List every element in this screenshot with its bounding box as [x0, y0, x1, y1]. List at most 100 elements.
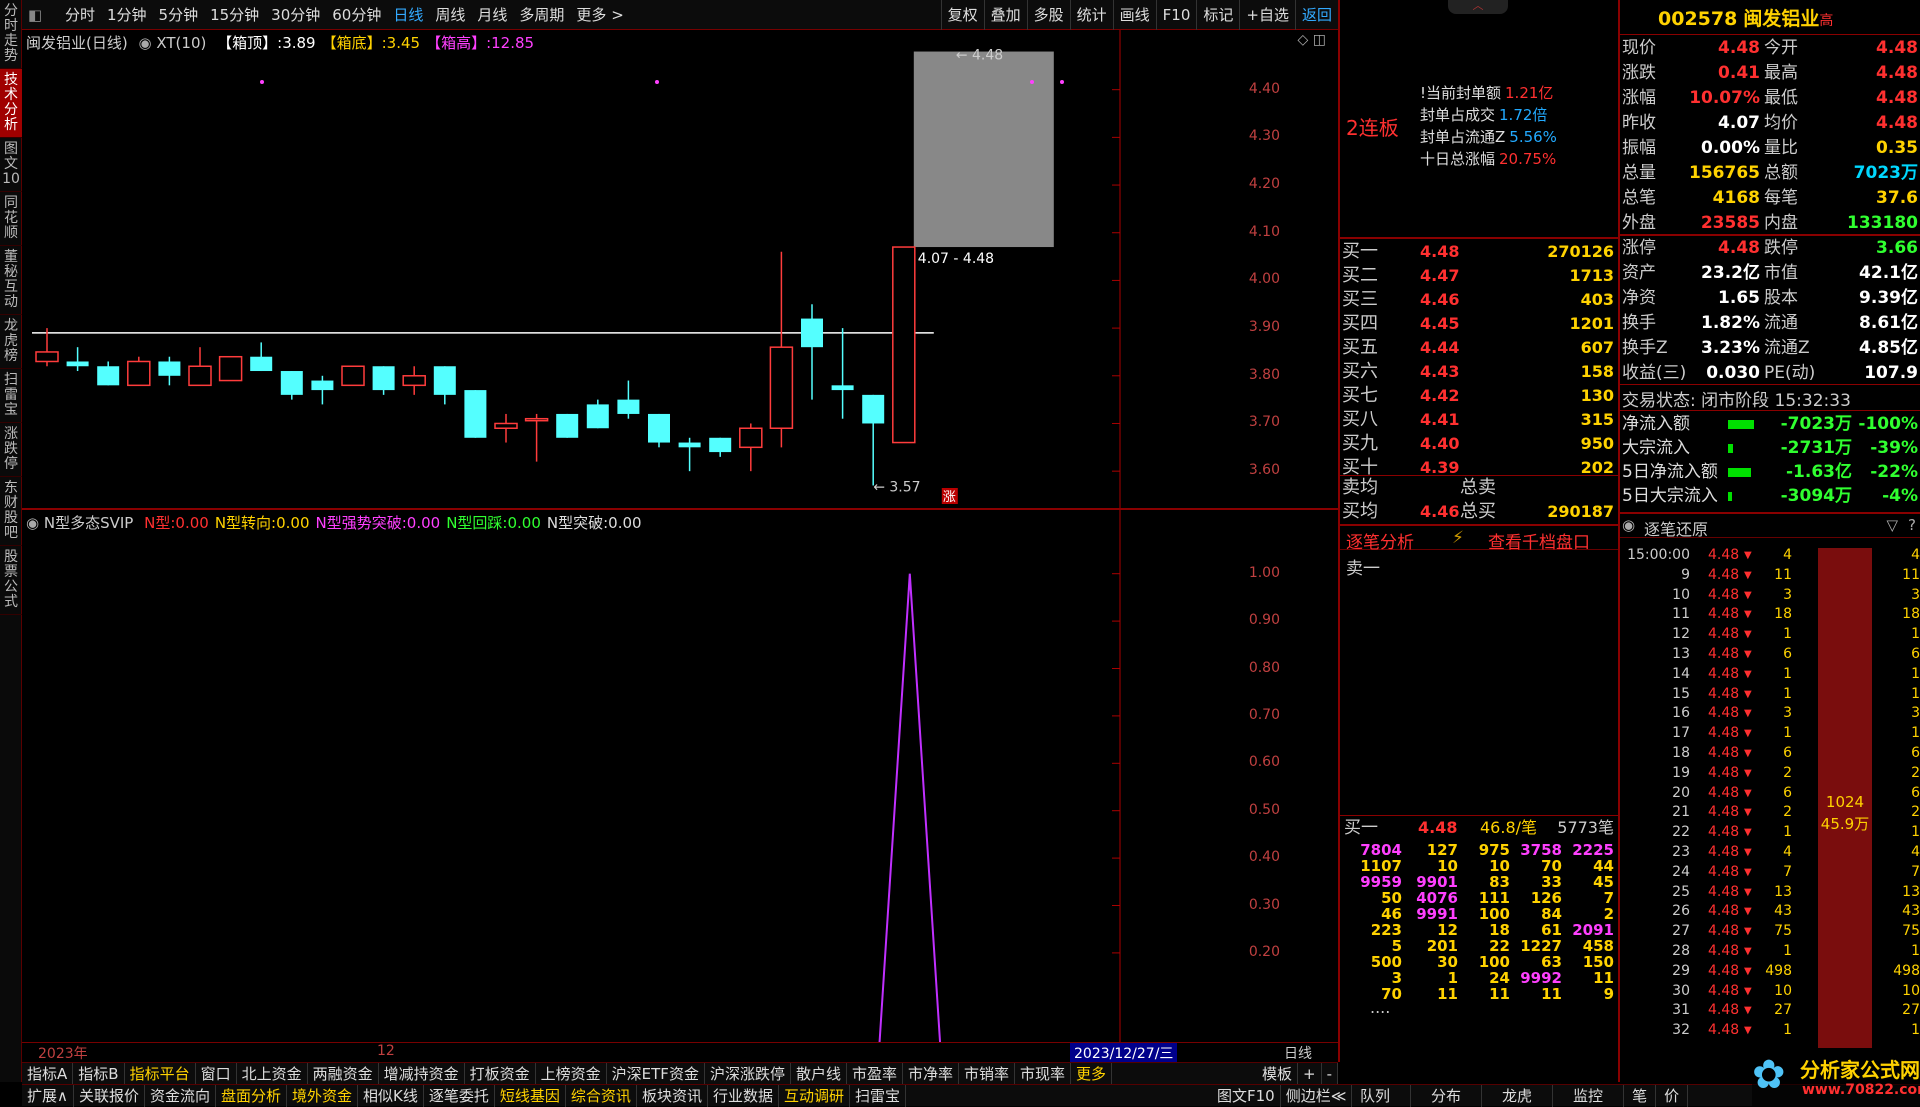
period-tab-5[interactable]: 60分钟 — [326, 0, 387, 30]
queue-cell: 44 — [1593, 857, 1614, 875]
bid-level[interactable]: 买七 4.42 130 — [1340, 384, 1618, 408]
panel-tab-3[interactable]: 监控 — [1553, 1085, 1625, 1107]
tool-button-3[interactable]: 统计 — [1069, 0, 1113, 30]
period-tab-1[interactable]: 1分钟 — [101, 0, 153, 30]
bottom-tab-7[interactable]: 打板资金 — [465, 1063, 536, 1085]
bottom-tab-12[interactable]: 市盈率 — [847, 1063, 903, 1085]
panel-tab-1[interactable]: 分布 — [1411, 1085, 1483, 1107]
bid-level[interactable]: 买二 4.47 1713 — [1340, 264, 1618, 288]
indicator-line-chart[interactable] — [22, 510, 1126, 1042]
function-tab-12[interactable]: 扫雷宝 — [850, 1085, 906, 1107]
left-tab-9[interactable]: 股票公式 — [0, 546, 22, 615]
tick-price: 4.48 — [1708, 784, 1740, 801]
period-tab-0[interactable]: 分时 — [59, 0, 101, 30]
bottom-tab-4[interactable]: 北上资金 — [237, 1063, 308, 1085]
template-button-0[interactable]: 模板 — [1257, 1063, 1298, 1085]
filter-icon[interactable]: ▽ — [1886, 516, 1898, 534]
bottom-tab-8[interactable]: 上榜资金 — [536, 1063, 607, 1085]
period-tab-9[interactable]: 多周期 — [513, 0, 570, 30]
period-tab-2[interactable]: 5分钟 — [153, 0, 205, 30]
period-tab-8[interactable]: 月线 — [471, 0, 513, 30]
function-tab-1[interactable]: 关联报价 — [74, 1085, 145, 1107]
period-tab-7[interactable]: 周线 — [429, 0, 471, 30]
panel-tab-5[interactable]: 价 — [1656, 1085, 1689, 1107]
queue-more[interactable]: .... — [1340, 1000, 1618, 1018]
tool-button-0[interactable]: 复权 — [940, 0, 984, 30]
tab-tick-analysis[interactable]: 逐笔分析 — [1346, 528, 1414, 553]
period-tab-10[interactable]: 更多 > — [570, 0, 629, 30]
bottom-tab-11[interactable]: 散户线 — [791, 1063, 847, 1085]
panel-toggle-icon[interactable]: ◧ — [22, 0, 48, 30]
panel-tab-4[interactable]: 笔 — [1624, 1085, 1657, 1107]
panel-tab-2[interactable]: 龙虎 — [1482, 1085, 1554, 1107]
function-tab-5[interactable]: 相似K线 — [358, 1085, 424, 1107]
left-tab-1[interactable]: 技术分析 — [0, 69, 22, 138]
period-tab-4[interactable]: 30分钟 — [265, 0, 326, 30]
left-tab-7[interactable]: 涨跌停 — [0, 423, 22, 477]
bottom-tab-6[interactable]: 增减持资金 — [379, 1063, 465, 1085]
tool-button-1[interactable]: 叠加 — [983, 0, 1027, 30]
bottom-tab-16[interactable]: 更多 — [1071, 1063, 1113, 1085]
left-tab-4[interactable]: 董秘互动 — [0, 246, 22, 315]
queue-cell: 100 — [1478, 953, 1510, 971]
kline-chart-panel[interactable]: 闽发铝业(日线) ◉ XT(10) 【箱顶】:3.89 【箱底】:3.45 【箱高】… — [22, 30, 1338, 508]
function-tab-11[interactable]: 互动调研 — [779, 1085, 850, 1107]
help-icon[interactable]: ? — [1908, 516, 1916, 534]
function-tab-7[interactable]: 短线基因 — [495, 1085, 566, 1107]
tool-button-7[interactable]: +自选 — [1239, 0, 1295, 30]
bottom-tab-9[interactable]: 沪深ETF资金 — [607, 1063, 705, 1085]
left-tab-3[interactable]: 同花顺 — [0, 192, 22, 246]
panel-tab-0[interactable]: 队列 — [1340, 1085, 1412, 1107]
tick-time: 25 — [1672, 883, 1690, 900]
tick-row: 24 4.48 ▼ 7 7 — [1620, 863, 1920, 883]
tick-down-icon: ▼ — [1744, 609, 1752, 621]
period-tab-3[interactable]: 15分钟 — [204, 0, 265, 30]
function-tab-9[interactable]: 板块资讯 — [637, 1085, 708, 1107]
function-tab-6[interactable]: 逐笔委托 — [424, 1085, 495, 1107]
bottom-tab-3[interactable]: 窗口 — [196, 1063, 237, 1085]
tool-button-5[interactable]: F10 — [1155, 0, 1197, 30]
left-tab-0[interactable]: 分时走势 — [0, 0, 22, 69]
left-tab-8[interactable]: 东财股吧 — [0, 477, 22, 546]
function-tab-3[interactable]: 盘面分析 — [216, 1085, 288, 1107]
function-tab-2[interactable]: 资金流向 — [145, 1085, 217, 1107]
bid-level[interactable]: 买五 4.44 607 — [1340, 336, 1618, 360]
bid-level[interactable]: 买三 4.46 403 — [1340, 288, 1618, 312]
tick-time: 28 — [1672, 942, 1690, 959]
collapse-icon[interactable]: ︿ — [1448, 0, 1508, 14]
bid-level[interactable]: 买一 4.48 270126 — [1340, 240, 1618, 264]
bottom-tab-13[interactable]: 市净率 — [903, 1063, 960, 1085]
bottom-tab-0[interactable]: 指标A — [22, 1063, 74, 1085]
bottom-tab-2[interactable]: 指标平台 — [125, 1063, 196, 1085]
bottom-tab-5[interactable]: 两融资金 — [308, 1063, 379, 1085]
tool-button-8[interactable]: 返回 — [1294, 0, 1338, 30]
bid-level[interactable]: 买九 4.40 950 — [1340, 432, 1618, 456]
bottom-tab-15[interactable]: 市现率 — [1015, 1063, 1072, 1085]
function-tab-10[interactable]: 行业数据 — [708, 1085, 779, 1107]
tab-depth-book[interactable]: 查看千档盘口 — [1488, 528, 1590, 553]
side-tab-0[interactable]: 图文F10 — [1212, 1085, 1281, 1107]
bottom-tab-14[interactable]: 市销率 — [959, 1063, 1016, 1085]
bid-level[interactable]: 买八 4.41 315 — [1340, 408, 1618, 432]
collapse-circle-icon[interactable]: ◉ — [1622, 516, 1635, 534]
max-price-label: ← 4.48 — [956, 48, 1003, 64]
bottom-tab-10[interactable]: 沪深涨跌停 — [705, 1063, 791, 1085]
left-tab-6[interactable]: 扫雷宝 — [0, 369, 22, 423]
bid-level[interactable]: 买四 4.45 1201 — [1340, 312, 1618, 336]
bid-level[interactable]: 买六 4.43 158 — [1340, 360, 1618, 384]
candlestick-chart[interactable]: 4.07 - 4.48 ← 4.48 ← 3.57 涨 — [22, 30, 1126, 508]
stat-label: 现价 — [1622, 38, 1656, 58]
function-tab-4[interactable]: 境外资金 — [287, 1085, 359, 1107]
bottom-tab-1[interactable]: 指标B — [73, 1063, 125, 1085]
template-button-2[interactable]: - — [1322, 1063, 1338, 1085]
indicator-panel[interactable]: ◉ N型多态SVIP N型:0.00 N型转向:0.00 N型强势突破:0.00 N型… — [22, 510, 1338, 1042]
tool-button-4[interactable]: 画线 — [1112, 0, 1156, 30]
left-tab-2[interactable]: 图文10 — [0, 138, 22, 192]
template-button-1[interactable]: + — [1298, 1063, 1322, 1085]
tool-button-6[interactable]: 标记 — [1196, 0, 1239, 30]
left-tab-5[interactable]: 龙虎榜 — [0, 315, 22, 369]
function-tab-0[interactable]: 扩展∧ — [22, 1085, 74, 1107]
function-tab-8[interactable]: 综合资讯 — [566, 1085, 637, 1107]
tool-button-2[interactable]: 多股 — [1026, 0, 1070, 30]
period-tab-6[interactable]: 日线 — [387, 0, 429, 30]
